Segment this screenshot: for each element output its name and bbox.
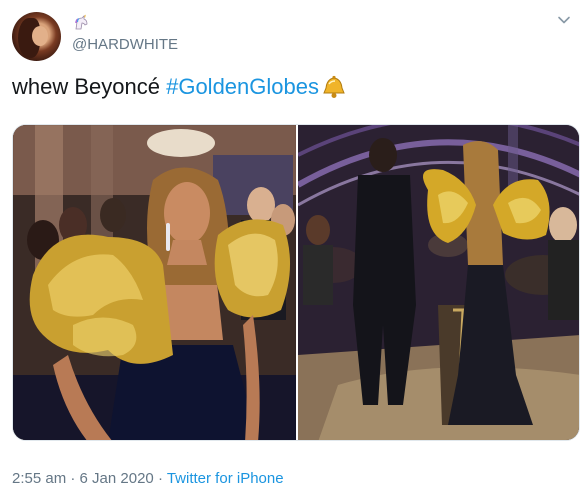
avatar-face [32, 26, 48, 46]
user-handle[interactable]: @HARDWHITE [72, 36, 178, 54]
avatar[interactable] [12, 12, 61, 61]
photo-left[interactable] [13, 125, 296, 440]
display-name[interactable] [72, 14, 90, 37]
photo-left-image [13, 125, 296, 440]
chevron-down-icon[interactable] [556, 12, 572, 28]
photo-right-image [298, 125, 579, 440]
media-gallery[interactable] [12, 124, 580, 441]
tweet-date[interactable]: 6 Jan 2020 [80, 470, 154, 487]
tweet-meta: 2:55 am · 6 Jan 2020 · Twitter for iPhon… [12, 470, 284, 488]
tweet-text-plain: whew Beyoncé [12, 74, 167, 99]
meta-separator: · [66, 470, 80, 487]
hashtag-link[interactable]: #GoldenGlobes [166, 74, 319, 99]
tweet-source-link[interactable]: Twitter for iPhone [167, 470, 284, 487]
bell-emoji-icon [321, 74, 347, 107]
unicorn-emoji-icon [75, 14, 88, 30]
tweet-time[interactable]: 2:55 am [12, 470, 66, 487]
tweet-text: whew Beyoncé #GoldenGlobes [12, 73, 347, 107]
photo-right[interactable] [298, 125, 579, 440]
meta-separator: · [153, 470, 167, 487]
